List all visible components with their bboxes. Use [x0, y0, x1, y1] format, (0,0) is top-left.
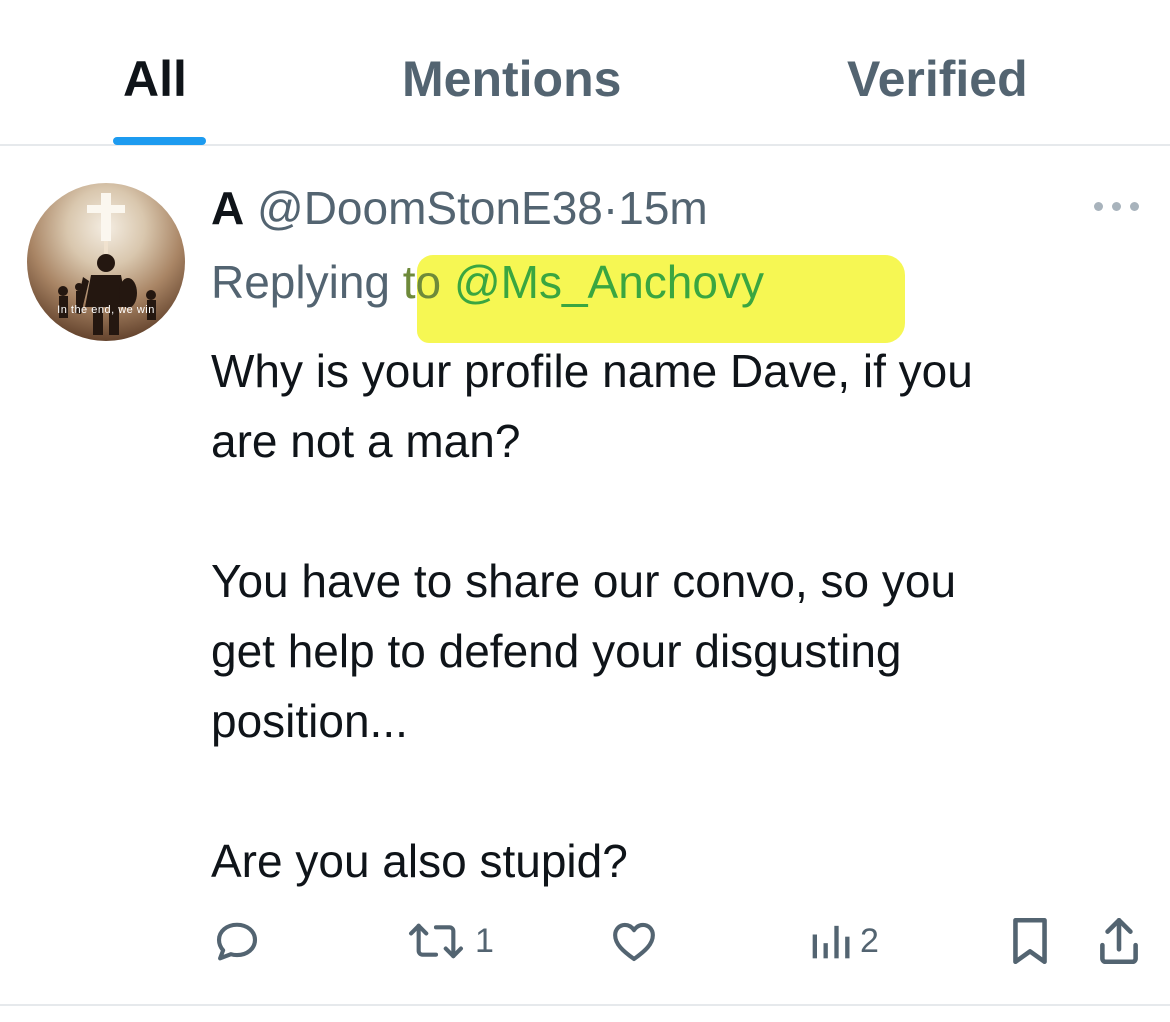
tweet-header: A @DoomStonE38·15m	[211, 182, 708, 234]
tab-all[interactable]: All	[123, 50, 187, 108]
tab-mentions[interactable]: Mentions	[402, 50, 621, 108]
bookmark-button[interactable]	[1009, 910, 1051, 972]
share-button[interactable]	[1096, 910, 1142, 972]
knight-cross-avatar-icon	[58, 193, 156, 335]
tab-bar: All Mentions Verified	[0, 0, 1170, 146]
more-icon-dot	[1130, 202, 1139, 211]
share-icon	[1100, 917, 1138, 965]
active-tab-indicator	[113, 137, 206, 145]
views-count: 2	[860, 922, 879, 960]
more-icon-dot	[1112, 202, 1121, 211]
tweet-paragraph: Are you also stupid?	[211, 835, 628, 887]
author-handle[interactable]: @DoomStonE38	[257, 182, 603, 234]
more-button[interactable]	[1094, 196, 1140, 216]
views-button[interactable]: 2	[808, 910, 879, 972]
avatar-caption: In the end, we win	[57, 304, 155, 316]
more-icon	[1094, 202, 1103, 211]
retweet-icon	[409, 923, 463, 959]
tab-verified[interactable]: Verified	[847, 50, 1028, 108]
tweet-paragraph: You have to share our convo, so you get …	[211, 555, 957, 747]
replying-handle-link[interactable]: @Ms_Anchovy	[454, 256, 764, 308]
reply-icon	[216, 922, 258, 961]
retweet-count: 1	[475, 922, 494, 960]
reply-button[interactable]	[211, 910, 271, 972]
replying-prefix: Replying	[211, 256, 390, 308]
tweet-actions: 1 2	[0, 910, 1170, 972]
like-button[interactable]	[608, 910, 668, 972]
tweet-paragraph: Why is your profile name Dave, if you ar…	[211, 345, 973, 467]
notifications-page: All Mentions Verified In the end, we win…	[0, 0, 1170, 1022]
views-icon	[812, 925, 850, 959]
author-name[interactable]: A	[211, 182, 244, 234]
heart-icon	[613, 922, 655, 962]
divider	[0, 1004, 1170, 1006]
separator-dot: ·	[602, 182, 619, 234]
bookmark-icon	[1013, 917, 1047, 965]
tweet-text: Why is your profile name Dave, if you ar…	[211, 336, 1141, 896]
retweet-button[interactable]: 1	[405, 910, 494, 972]
avatar[interactable]: In the end, we win	[27, 183, 185, 341]
tweet-time[interactable]: 15m	[618, 182, 707, 234]
replying-to-line: Replying to @Ms_Anchovy	[211, 254, 764, 310]
replying-to-word: to	[402, 256, 442, 308]
